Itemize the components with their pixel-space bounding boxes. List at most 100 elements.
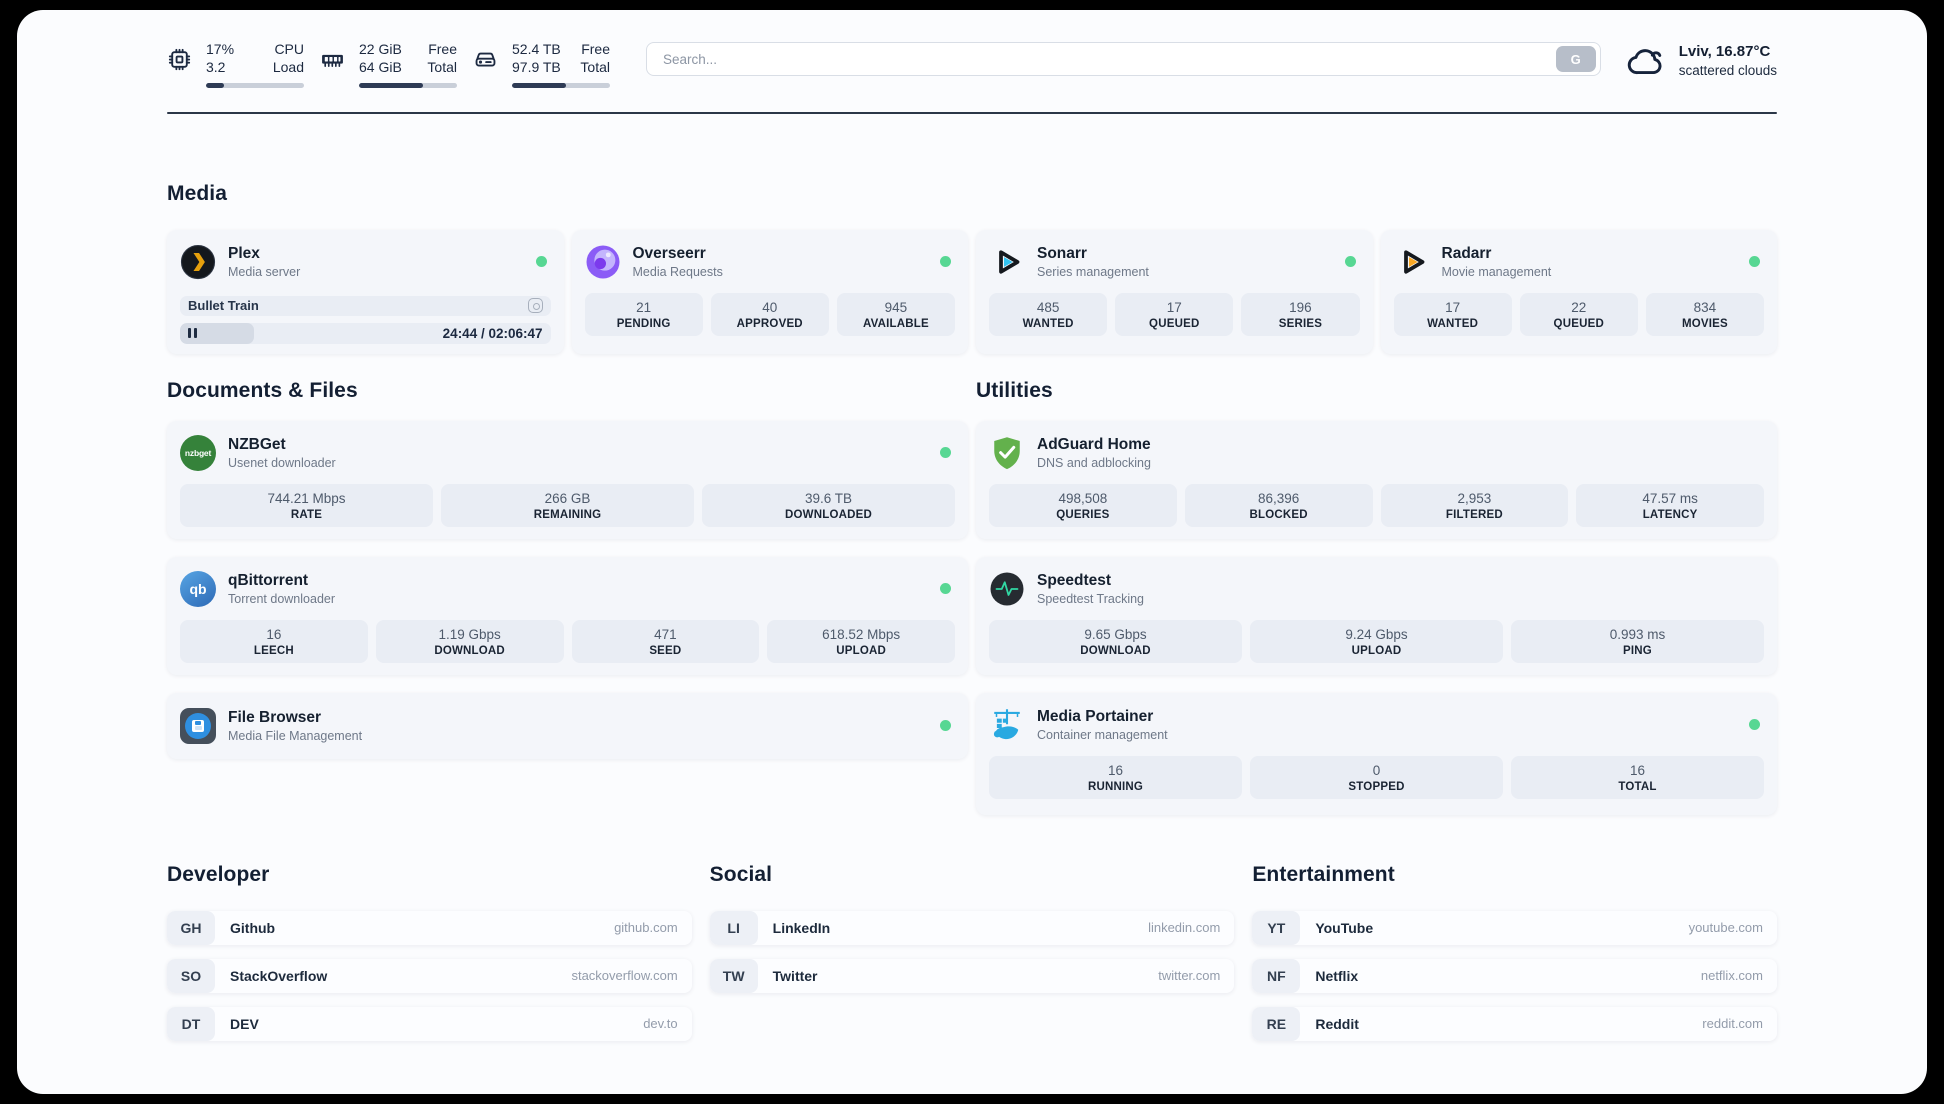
app-desc: Container management	[1037, 727, 1168, 742]
search-input[interactable]	[661, 50, 1556, 68]
app-card-radarr[interactable]: Radarr Movie management 17 WANTED 22 QUE…	[1380, 229, 1777, 354]
app-name: Radarr	[1441, 244, 1492, 262]
link-linkedin[interactable]: LI LinkedIn linkedin.com	[709, 910, 1235, 945]
playback-progress-row: 24:44 / 02:06:47	[180, 322, 551, 344]
ram-icon	[322, 54, 343, 67]
stat-blocked: 86,396 BLOCKED	[1184, 483, 1373, 527]
portainer-icon	[989, 707, 1025, 743]
disk-drive-icon	[475, 52, 496, 67]
app-desc: Usenet downloader	[228, 455, 336, 470]
link-reddit[interactable]: RE Reddit reddit.com	[1252, 1006, 1777, 1041]
status-dot	[1749, 719, 1760, 731]
status-dot	[940, 583, 951, 595]
cast-icon	[527, 298, 543, 314]
link-netflix[interactable]: NF Netflix netflix.com	[1252, 958, 1777, 993]
now-playing-row: Bullet Train	[180, 295, 551, 316]
link-url: twitter.com	[1158, 968, 1221, 984]
link-stackoverflow[interactable]: SO StackOverflow stackoverflow.com	[167, 958, 692, 993]
disk-free-value: 52.4 TB	[512, 41, 561, 57]
link-name: LinkedIn	[772, 919, 831, 936]
media-grid: Plex Media server Bullet Train 24:44 / 0…	[167, 229, 1777, 354]
stat-filtered: 2,953 FILTERED	[1380, 483, 1569, 527]
cpu-chip-icon	[168, 48, 191, 71]
app-desc: Media File Management	[228, 728, 363, 743]
section-title-social: Social	[709, 862, 773, 886]
stat-queued: 17 QUEUED	[1115, 292, 1234, 336]
disk-total-value: 97.9 TB	[512, 59, 561, 76]
app-card-qbittorrent[interactable]: qb qBittorrent Torrent downloader 16 LEE…	[167, 556, 968, 675]
filebrowser-icon	[180, 707, 216, 744]
link-url: dev.to	[643, 1016, 678, 1032]
stat-running: 16 RUNNING	[989, 755, 1242, 799]
adguard-icon	[989, 435, 1025, 471]
status-dot	[940, 256, 951, 268]
link-badge: DT	[167, 1006, 215, 1041]
developer-column: Developer GH Github github.com SO StackO…	[167, 863, 692, 1041]
link-twitter[interactable]: TW Twitter twitter.com	[709, 958, 1235, 993]
stat-upload: 9.24 Gbps UPLOAD	[1250, 619, 1503, 663]
app-desc: Movie management	[1441, 264, 1552, 279]
disk-total-label: Total	[580, 59, 610, 76]
section-title-media: Media	[167, 181, 228, 205]
overseerr-icon	[585, 244, 621, 280]
qbittorrent-icon: qb	[180, 570, 216, 607]
link-name: Twitter	[772, 967, 818, 984]
app-name: Media Portainer	[1037, 707, 1154, 725]
app-name: Speedtest	[1037, 571, 1112, 589]
app-desc: Series management	[1037, 264, 1149, 279]
memory-total-label: Total	[427, 59, 457, 76]
stat-seed: 471 SEED	[571, 619, 760, 663]
app-desc: Speedtest Tracking	[1037, 591, 1145, 606]
link-url: reddit.com	[1702, 1016, 1763, 1032]
link-dev[interactable]: DT DEV dev.to	[167, 1006, 692, 1041]
cpu-load-value: 3.2	[206, 59, 226, 76]
stat-available: 945 AVAILABLE	[836, 292, 956, 336]
stat-movies: 834 MOVIES	[1645, 292, 1765, 336]
weather-location-temp: Lviv, 16.87°C	[1678, 43, 1771, 60]
link-name: Github	[230, 919, 276, 936]
stat-download: 1.19 Gbps DOWNLOAD	[375, 619, 564, 663]
disk-progress-bar	[512, 82, 610, 88]
radarr-icon	[1394, 244, 1430, 280]
link-badge: TW	[709, 958, 758, 993]
link-youtube[interactable]: YT YouTube youtube.com	[1252, 910, 1777, 945]
link-name: YouTube	[1315, 919, 1374, 936]
app-card-overseerr[interactable]: Overseerr Media Requests 21 PENDING 40 A…	[571, 229, 968, 354]
pause-icon[interactable]	[188, 328, 197, 339]
app-name: Sonarr	[1037, 244, 1087, 262]
search-engine-button[interactable]: G	[1555, 46, 1596, 72]
link-name: Reddit	[1315, 1015, 1359, 1032]
link-name: StackOverflow	[230, 967, 328, 984]
header-divider	[167, 111, 1777, 114]
app-name: File Browser	[228, 708, 322, 726]
stat-download: 9.65 Gbps DOWNLOAD	[989, 619, 1242, 663]
plex-icon	[180, 244, 216, 280]
app-desc: DNS and adblocking	[1037, 455, 1151, 470]
disk-metric: 52.4 TB 97.9 TB Free Total	[473, 40, 610, 88]
link-url: github.com	[614, 920, 678, 936]
section-title-entertainment: Entertainment	[1252, 862, 1395, 886]
app-card-portainer[interactable]: Media Portainer Container management 16 …	[976, 692, 1777, 815]
app-card-sonarr[interactable]: Sonarr Series management 485 WANTED 17 Q…	[976, 229, 1373, 354]
app-card-nzbget[interactable]: nzbget NZBGet Usenet downloader 744.21 M…	[167, 420, 968, 539]
app-card-plex[interactable]: Plex Media server Bullet Train 24:44 / 0…	[167, 229, 564, 354]
stat-downloaded: 39.6 TB DOWNLOADED	[702, 483, 955, 527]
app-card-adguard[interactable]: AdGuard Home DNS and adblocking 498,508 …	[976, 420, 1777, 539]
stat-remaining: 266 GB REMAINING	[441, 483, 694, 527]
link-name: DEV	[230, 1015, 259, 1032]
app-card-speedtest[interactable]: Speedtest Speedtest Tracking 9.65 Gbps D…	[976, 556, 1777, 675]
status-dot	[1749, 256, 1760, 268]
social-column: Social LI LinkedIn linkedin.com TW Twitt…	[709, 862, 1235, 1041]
app-name: Plex	[228, 244, 260, 262]
cpu-metric: 17% 3.2 CPU Load	[167, 40, 304, 88]
status-dot	[1344, 256, 1356, 268]
app-name: AdGuard Home	[1037, 435, 1151, 453]
app-card-filebrowser[interactable]: File Browser Media File Management	[167, 692, 968, 759]
link-url: youtube.com	[1688, 920, 1763, 936]
memory-progress-bar	[359, 82, 457, 88]
stat-approved: 40 APPROVED	[710, 292, 829, 336]
link-github[interactable]: GH Github github.com	[167, 910, 692, 945]
cpu-load-label: Load	[272, 59, 304, 76]
documents-column: Documents & Files nzbget NZBGet Usenet d…	[167, 379, 968, 815]
top-bar: 17% 3.2 CPU Load 22 GiB 64 GiB Free Tota…	[17, 10, 1927, 88]
